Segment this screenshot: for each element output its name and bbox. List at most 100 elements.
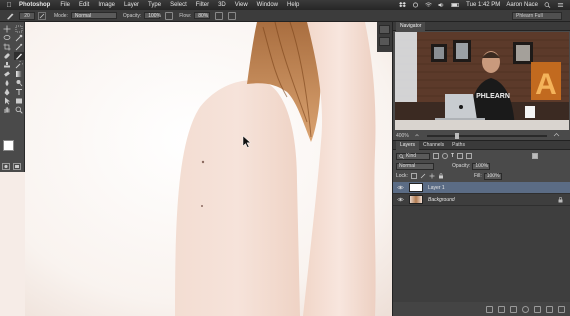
battery-icon[interactable] bbox=[451, 2, 460, 8]
clone-stamp-tool-icon[interactable] bbox=[2, 61, 12, 69]
blur-tool-icon[interactable] bbox=[2, 79, 12, 87]
options-bar: 20 Mode: Normal Opacity: 100% Flow: 80% … bbox=[0, 10, 570, 22]
shirt-text: PHLEARN bbox=[476, 93, 510, 100]
background-lock-icon[interactable] bbox=[558, 197, 563, 203]
pen-tool-icon[interactable] bbox=[2, 88, 12, 96]
add-mask-icon[interactable] bbox=[510, 306, 517, 313]
link-layers-icon[interactable] bbox=[486, 306, 493, 313]
navigator-preview[interactable]: A PHLEARN bbox=[395, 32, 569, 130]
tab-channels[interactable]: Channels bbox=[419, 141, 448, 150]
apple-icon[interactable]:  bbox=[5, 2, 13, 9]
zoom-slider-thumb[interactable] bbox=[454, 132, 459, 139]
tab-layers[interactable]: Layers bbox=[396, 140, 420, 150]
zoom-out-icon[interactable] bbox=[415, 133, 421, 138]
gradient-tool-icon[interactable] bbox=[14, 70, 24, 78]
menu-type[interactable]: Type bbox=[148, 2, 161, 8]
fill-field[interactable]: 100% bbox=[483, 172, 502, 180]
pixel-filter-icon[interactable] bbox=[433, 153, 439, 159]
visibility-eye-icon[interactable] bbox=[395, 183, 405, 193]
mode-dropdown[interactable]: Normal bbox=[70, 12, 117, 19]
adjustment-filter-icon[interactable] bbox=[442, 153, 448, 159]
history-brush-tool-icon[interactable] bbox=[14, 61, 24, 69]
menu-view[interactable]: View bbox=[235, 2, 248, 8]
shape-tool-icon[interactable] bbox=[14, 97, 24, 105]
eraser-tool-icon[interactable] bbox=[2, 70, 12, 78]
type-filter-icon[interactable]: T bbox=[451, 153, 454, 159]
healing-brush-tool-icon[interactable] bbox=[2, 52, 12, 60]
app-name-menu[interactable]: Photoshop bbox=[19, 2, 50, 8]
screen-mode-icon[interactable] bbox=[13, 163, 21, 170]
kind-filter-dropdown[interactable]: Kind bbox=[396, 152, 430, 160]
quick-select-tool-icon[interactable] bbox=[14, 34, 24, 42]
tab-navigator[interactable]: Navigator bbox=[396, 21, 426, 31]
path-select-tool-icon[interactable] bbox=[2, 97, 12, 105]
brush-size-picker[interactable]: 20 bbox=[19, 11, 35, 20]
zoom-tool-icon[interactable] bbox=[14, 106, 24, 114]
menu-select[interactable]: Select bbox=[170, 2, 187, 8]
layer-name[interactable]: Background bbox=[428, 197, 455, 203]
hand-tool-icon[interactable] bbox=[2, 106, 12, 114]
delete-layer-icon[interactable] bbox=[558, 306, 565, 313]
properties-panel-icon[interactable] bbox=[379, 37, 390, 46]
menu-help[interactable]: Help bbox=[287, 2, 299, 8]
menu-edit[interactable]: Edit bbox=[79, 2, 89, 8]
dropbox-icon[interactable] bbox=[399, 2, 407, 8]
type-tool-icon[interactable] bbox=[14, 88, 24, 96]
visibility-eye-icon[interactable] bbox=[395, 195, 405, 205]
volume-icon[interactable] bbox=[438, 2, 445, 8]
zoom-level[interactable]: 400% bbox=[396, 133, 409, 139]
foreground-color-swatch[interactable] bbox=[3, 140, 14, 151]
menu-3d[interactable]: 3D bbox=[218, 2, 226, 8]
zoom-in-icon[interactable] bbox=[553, 132, 560, 139]
menu-bar:  Photoshop File Edit Image Layer Type S… bbox=[0, 0, 570, 10]
tool-preset-picker[interactable] bbox=[4, 11, 16, 20]
notification-center-icon[interactable] bbox=[557, 2, 564, 8]
lock-all-icon[interactable] bbox=[438, 173, 444, 179]
document-canvas[interactable] bbox=[25, 22, 393, 316]
brush-panel-icon[interactable] bbox=[38, 11, 46, 20]
history-panel-icon[interactable] bbox=[379, 25, 390, 34]
layer-opacity-field[interactable]: 100% bbox=[472, 162, 491, 170]
tab-paths[interactable]: Paths bbox=[448, 141, 469, 150]
brush-tool-icon[interactable] bbox=[14, 52, 24, 60]
layer-style-icon[interactable] bbox=[498, 306, 505, 313]
new-group-icon[interactable] bbox=[534, 306, 541, 313]
sync-icon[interactable] bbox=[412, 2, 419, 8]
crop-tool-icon[interactable] bbox=[2, 43, 12, 51]
clock[interactable]: Tue 1:42 PM bbox=[466, 2, 500, 8]
layer-row-background[interactable]: Background bbox=[393, 194, 570, 206]
lock-pixels-icon[interactable] bbox=[420, 173, 426, 179]
quick-mask-icon[interactable] bbox=[2, 163, 10, 170]
user-name[interactable]: Aaron Nace bbox=[506, 2, 538, 8]
new-layer-icon[interactable] bbox=[546, 306, 553, 313]
color-swatches[interactable] bbox=[3, 140, 23, 158]
pressure-size-icon[interactable] bbox=[228, 11, 237, 20]
menu-window[interactable]: Window bbox=[257, 2, 278, 8]
lasso-tool-icon[interactable] bbox=[2, 34, 12, 42]
menu-image[interactable]: Image bbox=[98, 2, 115, 8]
layer-name[interactable]: Layer 1 bbox=[428, 185, 445, 191]
layer-row-layer-1[interactable]: Layer 1 bbox=[393, 182, 570, 194]
marquee-tool-icon[interactable] bbox=[14, 25, 24, 33]
airbrush-icon[interactable] bbox=[215, 11, 224, 20]
pressure-opacity-icon[interactable] bbox=[165, 11, 174, 20]
adjustment-layer-icon[interactable] bbox=[522, 306, 529, 313]
lock-position-icon[interactable] bbox=[429, 173, 435, 179]
eyedropper-tool-icon[interactable] bbox=[14, 43, 24, 51]
flow-field[interactable]: 80% bbox=[194, 12, 211, 19]
move-tool-icon[interactable] bbox=[2, 25, 12, 33]
dodge-tool-icon[interactable] bbox=[14, 79, 24, 87]
zoom-slider[interactable] bbox=[426, 132, 547, 139]
blend-mode-dropdown[interactable]: Normal bbox=[396, 162, 434, 170]
lock-transparent-icon[interactable] bbox=[410, 173, 417, 179]
spotlight-search-icon[interactable] bbox=[544, 2, 551, 8]
opacity-field[interactable]: 100% bbox=[144, 12, 161, 19]
menu-file[interactable]: File bbox=[60, 2, 70, 8]
filter-toggle-icon[interactable] bbox=[532, 153, 539, 159]
menu-filter[interactable]: Filter bbox=[196, 2, 209, 8]
smart-object-filter-icon[interactable] bbox=[466, 153, 473, 159]
shape-filter-icon[interactable] bbox=[457, 153, 464, 159]
wifi-icon[interactable] bbox=[425, 2, 432, 8]
workspace-switcher[interactable]: Phlearn Full bbox=[512, 12, 562, 20]
menu-layer[interactable]: Layer bbox=[124, 2, 139, 8]
